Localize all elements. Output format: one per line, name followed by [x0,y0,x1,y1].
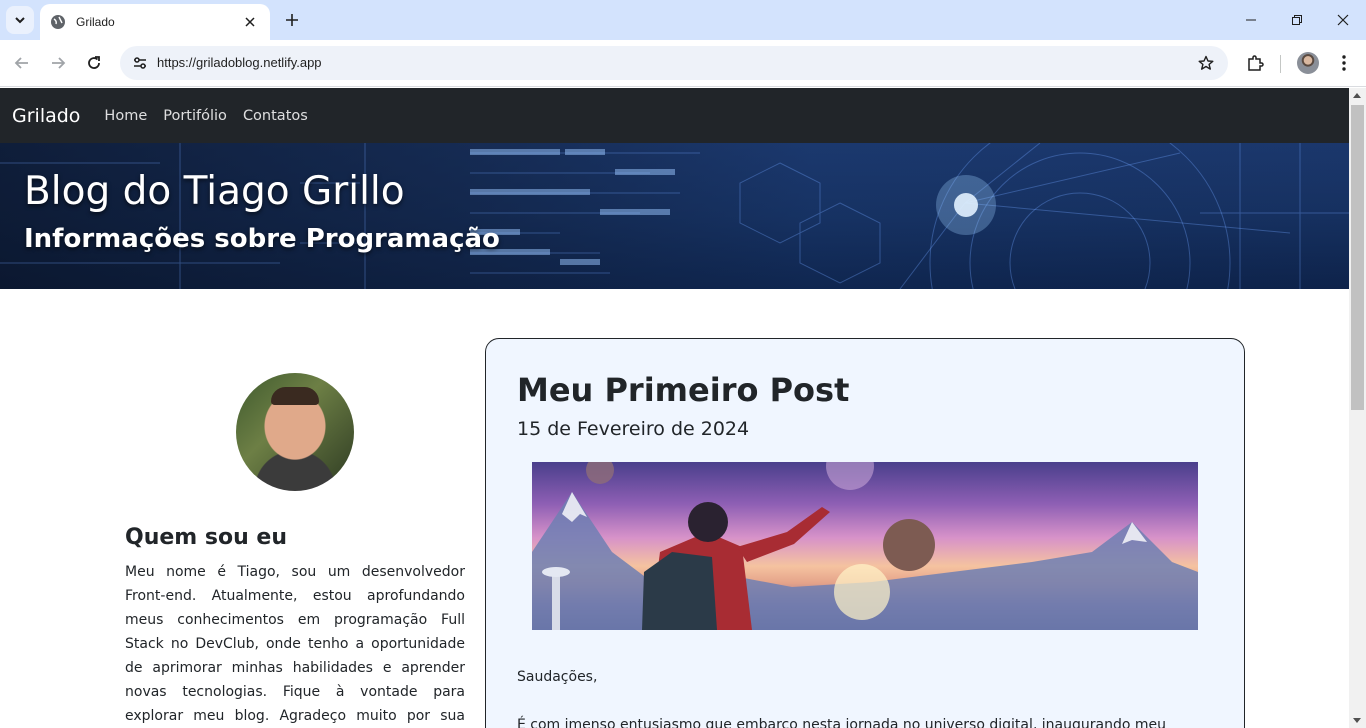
profile-avatar[interactable] [1297,52,1319,74]
bookmark-button[interactable] [1194,51,1218,75]
post-title[interactable]: Meu Primeiro Post [517,371,849,409]
hero-banner: Blog do Tiago Grillo Informações sobre P… [0,143,1349,289]
post-card: Meu Primeiro Post 15 de Fevereiro de 202… [485,338,1245,728]
browser-menu-button[interactable] [1330,49,1358,77]
url-text[interactable]: https://griladoblog.netlify.app [157,55,322,70]
hero-subtitle: Informações sobre Programação [24,224,500,254]
scroll-up-arrow-icon[interactable] [1353,93,1361,98]
post-date: 15 de Fevereiro de 2024 [517,418,750,440]
chevron-down-icon [15,17,25,24]
avatar-hair [271,387,319,405]
tab-title: Grilado [76,15,115,29]
hero-background-image [0,143,1349,289]
site-info-button[interactable] [126,49,154,77]
browser-toolbar: https://griladoblog.netlify.app [0,40,1366,87]
arrow-right-icon [52,57,66,69]
nav-link-portfolio[interactable]: Portifólio [163,108,227,124]
minimize-button[interactable] [1228,6,1274,34]
reload-button[interactable] [80,49,108,77]
site-navbar: Grilado Home Portifólio Contatos [0,88,1349,143]
scroll-down-arrow-icon[interactable] [1353,718,1361,723]
new-tab-button[interactable] [280,8,304,32]
post-illustration [532,462,1198,630]
about-text: Meu nome é Tiago, sou um desenvolvedor F… [125,564,465,724]
post-body: Saudações, É com imenso entusiasmo que e… [517,665,1215,728]
nav-link-contacts[interactable]: Contatos [243,108,308,124]
tab-search-button[interactable] [6,6,34,34]
post-paragraph: É com imenso entusiasmo que embarco nest… [517,717,1166,728]
close-window-button[interactable] [1320,6,1366,34]
reload-icon [88,56,100,69]
toolbar-separator [1280,55,1281,73]
plus-icon [286,14,298,26]
address-bar[interactable]: https://griladoblog.netlify.app [120,46,1228,80]
scrollbar-thumb[interactable] [1351,105,1364,410]
star-icon [1198,55,1214,70]
close-icon [245,17,255,27]
tab-active[interactable]: Grilado [40,4,270,40]
extensions-button[interactable] [1241,49,1269,77]
close-icon [1337,14,1349,26]
tab-strip: Grilado [0,0,1366,40]
tune-icon [134,57,146,69]
page-scrollbar[interactable] [1349,88,1366,728]
more-vert-icon [1342,55,1346,71]
nav-link-home[interactable]: Home [104,108,147,124]
post-greeting: Saudações, [517,669,598,685]
author-avatar [236,373,354,491]
arrow-left-icon [14,57,28,69]
site-brand[interactable]: Grilado [12,105,80,127]
restore-icon [1292,15,1302,25]
tab-close-button[interactable] [240,12,260,32]
minimize-icon [1246,19,1256,21]
restore-button[interactable] [1274,6,1320,34]
page-viewport: Grilado Home Portifólio Contatos Blog do… [0,88,1349,728]
about-title: Quem sou eu [125,525,287,550]
post-image [532,462,1198,630]
forward-button[interactable] [44,49,72,77]
back-button[interactable] [8,49,36,77]
globe-icon [51,15,65,29]
puzzle-icon [1248,55,1264,71]
hero-title: Blog do Tiago Grillo [24,169,405,214]
